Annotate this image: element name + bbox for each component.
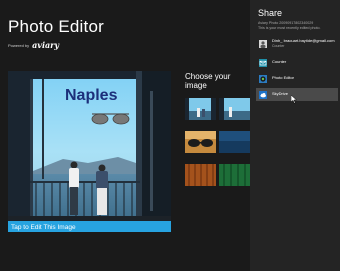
share-target-sublabel: Counter [272,43,285,48]
share-target-skydrive[interactable]: SkyDrive [256,88,338,101]
thumbnail-3[interactable] [185,131,216,153]
share-target-counter[interactable]: Counter [256,56,338,69]
thumbnail-6[interactable] [219,164,250,186]
share-target-photo-editor[interactable]: Photo Editor [256,72,338,85]
thumbnail-4[interactable] [219,131,250,153]
edit-image-bar[interactable]: Tap to Edit This Image [8,221,171,232]
share-target-label: SkyDrive [272,91,289,97]
photo-editor-icon [259,74,267,83]
thumbnail-image [219,131,250,153]
main-photo[interactable]: Naples Tap to Edit This Image [8,71,171,232]
thumbnail-5[interactable] [185,164,216,186]
share-description-line-2: This is your most recently edited photo. [258,26,321,30]
edit-image-label: Tap to Edit This Image [11,224,76,231]
mouse-cursor-icon [291,95,297,104]
contact-icon [259,39,267,48]
thumbnail-image [219,164,250,186]
powered-by: Powered by aviary [8,40,59,50]
aviary-logo: aviary [32,40,60,50]
share-target-label: Counter [272,59,287,65]
thumbnail-2[interactable] [219,98,250,120]
thumbnail-1[interactable] [185,98,216,120]
mail-icon [259,58,267,67]
share-target-label: Photo Editor [272,75,295,81]
share-title: Share [258,8,283,18]
share-charm-panel: Share Aviary Photo 20090917802340029 Thi… [250,0,340,271]
thumbnail-image [185,164,216,186]
share-target-contact[interactable]: Dinh_ bracuart.baytide@gmail.com Counter [256,37,338,50]
photo-sticker-text: Naples [65,87,118,104]
photo-editor-app: Photo Editor Powered by aviary Naples Ta… [0,0,250,271]
powered-by-label: Powered by [8,42,30,48]
share-description: Aviary Photo 20090917802340029 This is y… [258,21,338,31]
app-title: Photo Editor [8,17,104,36]
skydrive-icon [259,90,267,99]
thumbnail-image [185,98,216,120]
thumbnail-image [185,131,216,153]
thumbnail-image [219,98,250,120]
choose-image-heading: Choose your image [185,72,231,90]
